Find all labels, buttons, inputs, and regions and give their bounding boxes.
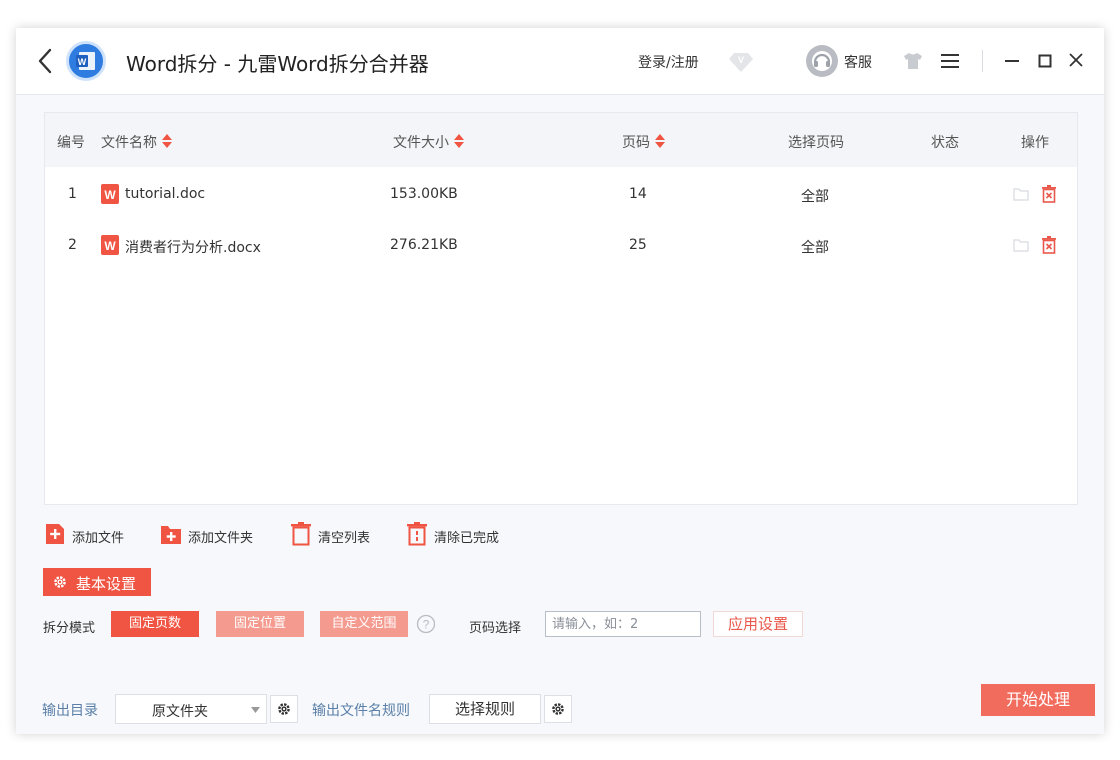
clear-completed-label: 清除已完成 xyxy=(434,531,500,546)
add-file-label: 添加文件 xyxy=(72,531,125,546)
sort-icon[interactable] xyxy=(654,133,666,149)
output-dir-label: 输出目录 xyxy=(42,703,98,719)
mode-custom-range-button[interactable]: 自定义范围 xyxy=(320,611,408,637)
add-file-icon xyxy=(46,524,64,544)
row-file-name: 消费者行为分析.docx xyxy=(125,240,261,256)
svg-text:W: W xyxy=(104,188,116,202)
svg-text:V: V xyxy=(738,55,744,65)
row-index: 2 xyxy=(68,237,77,253)
sort-icon[interactable] xyxy=(161,133,173,149)
header-file-size[interactable]: 文件大小 xyxy=(393,132,465,152)
add-file-button[interactable]: 添加文件 xyxy=(44,522,134,548)
app-window: W Word拆分 - 九雷Word拆分合并器 登录/注册 V 客服 编号 文件名… xyxy=(16,28,1104,734)
sort-icon[interactable] xyxy=(453,133,465,149)
filename-rule-settings-button[interactable] xyxy=(544,695,572,723)
row-select-pages[interactable]: 全部 xyxy=(801,237,829,257)
table-row[interactable]: 2 W 消费者行为分析.docx 276.21KB 25 全部 xyxy=(45,221,1077,271)
menu-hamburger-icon[interactable] xyxy=(940,52,960,70)
header-select-pages: 选择页码 xyxy=(788,135,844,151)
output-dir-select[interactable]: 原文件夹 xyxy=(115,694,267,724)
dropdown-arrow-icon xyxy=(251,707,260,713)
titlebar-divider xyxy=(982,50,983,72)
header-file-size-label: 文件大小 xyxy=(393,135,449,151)
row-index: 1 xyxy=(68,186,77,202)
add-folder-label: 添加文件夹 xyxy=(188,531,254,546)
table-row[interactable]: 1 W tutorial.doc 153.00KB 14 全部 xyxy=(45,170,1077,220)
trash-icon xyxy=(291,522,311,546)
header-pages-label: 页码 xyxy=(622,135,650,151)
choose-rule-button[interactable]: 选择规则 xyxy=(429,694,541,724)
open-folder-icon[interactable] xyxy=(1013,237,1029,253)
basic-settings-button[interactable]: 基本设置 xyxy=(43,568,151,596)
start-processing-button[interactable]: 开始处理 xyxy=(981,684,1095,716)
help-question-icon[interactable]: ? xyxy=(416,614,436,634)
delete-icon[interactable] xyxy=(1041,236,1057,254)
close-icon[interactable] xyxy=(1068,52,1084,68)
gear-icon xyxy=(278,703,290,715)
row-pages: 14 xyxy=(629,186,647,202)
header-file-name[interactable]: 文件名称 xyxy=(101,132,173,152)
page-select-label: 页码选择 xyxy=(469,621,522,636)
svg-text:W: W xyxy=(104,239,116,253)
svg-text:W: W xyxy=(78,57,87,67)
skin-tshirt-icon[interactable] xyxy=(902,51,924,71)
apply-settings-button[interactable]: 应用设置 xyxy=(713,611,803,637)
output-dir-settings-button[interactable] xyxy=(270,695,298,723)
output-dir-value: 原文件夹 xyxy=(152,704,208,720)
title-bar: W Word拆分 - 九雷Word拆分合并器 登录/注册 V 客服 xyxy=(16,28,1104,95)
customer-service-avatar[interactable] xyxy=(806,45,838,77)
basic-settings-label: 基本设置 xyxy=(76,575,137,593)
row-file-size: 276.21KB xyxy=(390,237,458,253)
clear-completed-icon xyxy=(407,522,427,546)
page-select-input[interactable] xyxy=(545,611,701,637)
header-index: 编号 xyxy=(57,135,85,151)
svg-text:?: ? xyxy=(423,618,430,632)
delete-icon[interactable] xyxy=(1041,185,1057,203)
word-file-icon: W xyxy=(101,235,119,255)
clear-list-button[interactable]: 清空列表 xyxy=(290,522,380,548)
login-register-link[interactable]: 登录/注册 xyxy=(638,52,699,72)
filename-rule-label: 输出文件名规则 xyxy=(312,703,410,719)
row-select-pages[interactable]: 全部 xyxy=(801,186,829,206)
add-folder-button[interactable]: 添加文件夹 xyxy=(160,522,264,548)
add-folder-icon xyxy=(161,526,181,544)
mode-fixed-position-button[interactable]: 固定位置 xyxy=(216,611,304,637)
file-table: 编号 文件名称 文件大小 页码 选择页码 状态 操作 1 W tutorial.… xyxy=(44,112,1078,505)
header-file-name-label: 文件名称 xyxy=(101,135,157,151)
clear-list-label: 清空列表 xyxy=(318,531,371,546)
mode-fixed-pages-button[interactable]: 固定页数 xyxy=(111,611,199,637)
app-title: Word拆分 - 九雷Word拆分合并器 xyxy=(126,52,429,76)
header-status: 状态 xyxy=(931,135,959,151)
row-pages: 25 xyxy=(629,237,647,253)
header-action: 操作 xyxy=(1021,135,1049,151)
word-file-icon: W xyxy=(101,184,119,204)
word-app-logo-icon: W xyxy=(66,41,106,81)
vip-diamond-icon[interactable]: V xyxy=(728,48,754,74)
gear-icon xyxy=(54,576,66,588)
split-mode-label: 拆分模式 xyxy=(43,621,96,636)
gear-icon xyxy=(552,703,564,715)
header-pages[interactable]: 页码 xyxy=(622,132,666,152)
table-header: 编号 文件名称 文件大小 页码 选择页码 状态 操作 xyxy=(45,113,1077,167)
customer-service-label[interactable]: 客服 xyxy=(844,52,872,72)
row-file-size: 153.00KB xyxy=(390,186,458,202)
back-arrow-icon[interactable] xyxy=(34,46,56,76)
row-file-name: tutorial.doc xyxy=(125,186,206,202)
maximize-icon[interactable] xyxy=(1038,54,1052,68)
minimize-icon[interactable] xyxy=(1004,52,1020,70)
open-folder-icon[interactable] xyxy=(1013,186,1029,202)
clear-completed-button[interactable]: 清除已完成 xyxy=(406,522,510,548)
